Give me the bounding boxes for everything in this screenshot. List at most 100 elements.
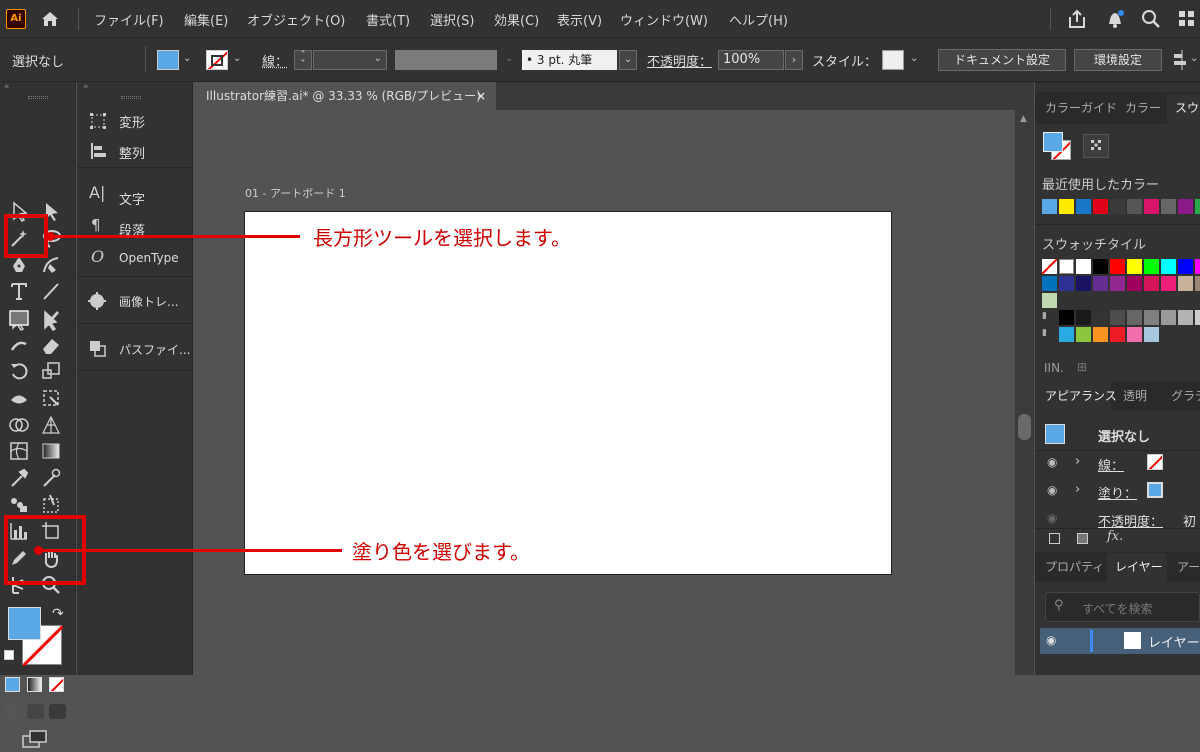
stroke-visibility-eye-icon[interactable]: ◉ [1047,455,1057,469]
transform-panel-item[interactable]: 変形 [119,112,145,131]
collapse-panel-icon[interactable]: « [4,82,10,92]
profile-dropdown-chevron-icon[interactable]: ⌄ [505,53,513,64]
fill-color-box[interactable] [8,607,41,640]
layer-row[interactable]: ◉ レイヤー [1040,628,1200,654]
blend-tool-icon[interactable] [40,467,62,489]
tab-swatches[interactable]: スウ [1167,94,1200,124]
stroke-dropdown-chevron-icon[interactable]: ⌄ [233,53,241,64]
shape-builder-tool-icon[interactable] [8,414,30,436]
default-fill-stroke-icon[interactable] [4,650,14,660]
scroll-up-icon[interactable]: ▲ [1020,114,1027,124]
recent-swatch[interactable] [1144,199,1159,214]
swatch[interactable] [1076,327,1091,342]
rectangle-tool-icon[interactable] [8,307,30,329]
add-effect-icon[interactable]: fx. [1107,529,1123,544]
fill-expand-chevron-icon[interactable]: › [1075,482,1080,497]
type-tool-icon[interactable] [8,280,30,302]
swatch[interactable] [1076,310,1091,325]
swatch[interactable] [1178,259,1193,274]
variable-width-profile[interactable] [395,50,497,70]
tab-transparency[interactable]: 透明 [1123,382,1147,410]
eyedropper-tool-icon[interactable] [8,467,30,489]
align-panel-item[interactable]: 整列 [119,143,145,162]
appearance-fill-label[interactable]: 塗り： [1098,483,1137,502]
swatch[interactable] [1144,259,1159,274]
mesh-tool-icon[interactable] [8,440,30,462]
swatch[interactable] [1059,276,1074,291]
eraser-tool-icon[interactable] [40,334,62,356]
tab-layers[interactable]: レイヤー [1107,553,1167,582]
layer-name[interactable]: レイヤー [1148,632,1200,651]
close-tab-icon[interactable]: × [476,82,486,110]
scroll-thumb[interactable] [1018,414,1031,440]
swatch[interactable] [1178,276,1193,291]
recent-swatch[interactable] [1110,199,1125,214]
tab-gradient[interactable]: グラデ [1171,382,1200,410]
fill-visibility-eye-icon[interactable]: ◉ [1047,483,1057,497]
layer-visibility-eye-icon[interactable]: ◉ [1046,633,1056,647]
opacity-label[interactable]: 不透明度： [647,51,712,70]
swatch[interactable] [1195,310,1200,325]
add-new-stroke-icon[interactable] [1049,533,1060,544]
image-trace-panel-item[interactable]: 画像トレ... [119,293,178,310]
brush-dropdown-chevron-icon[interactable]: ⌄ [619,50,637,70]
menu-window[interactable]: ウィンドウ(W) [620,10,708,29]
menu-effect[interactable]: 効果(C) [494,10,539,29]
screen-mode-icon[interactable] [22,730,48,748]
opentype-panel-item[interactable]: OpenType [119,251,179,265]
swatch[interactable] [1144,276,1159,291]
swatch[interactable] [1127,259,1142,274]
document-tab[interactable]: Illustrator練習.ai* @ 33.33 % (RGB/プレビュー) … [194,82,496,110]
shaper-tool-icon[interactable] [8,334,30,356]
swatch[interactable] [1059,327,1074,342]
swatch-libraries-icon[interactable]: IIN. [1044,361,1064,375]
align-to-icon[interactable] [1172,50,1190,74]
draw-behind-icon[interactable] [27,704,44,719]
swatch[interactable] [1144,327,1159,342]
appearance-stroke-swatch[interactable] [1147,454,1163,470]
swatch[interactable] [1110,259,1125,274]
artboard-label[interactable]: 01 - アートボード 1 [245,185,346,201]
swatch[interactable] [1178,310,1193,325]
opacity-arrow-icon[interactable]: › [785,50,803,70]
recent-swatch[interactable] [1042,199,1057,214]
swatch[interactable] [1110,327,1125,342]
recent-swatch[interactable] [1178,199,1193,214]
paintbrush-tool-icon[interactable] [40,307,62,329]
draw-inside-icon[interactable] [49,704,66,719]
swatch-registration[interactable] [1059,259,1074,274]
swatch[interactable] [1127,310,1142,325]
tab-properties[interactable]: プロパティ [1045,553,1104,581]
swatch-grid-icon[interactable] [1083,134,1109,158]
style-dropdown-chevron-icon[interactable]: ⌄ [910,53,918,64]
scale-tool-icon[interactable] [40,360,62,382]
swap-fill-stroke-icon[interactable]: ↷ [52,606,64,622]
color-mode-icon[interactable] [5,677,20,692]
tab-appearance[interactable]: アピアランス [1035,382,1111,410]
menu-object[interactable]: オブジェクト(O) [247,10,345,29]
character-panel-item[interactable]: 文字 [119,189,145,208]
align-dropdown-chevron-icon[interactable]: ⌄ [1190,53,1198,64]
swatch[interactable] [1093,310,1108,325]
swatch[interactable] [1161,259,1176,274]
swatch[interactable] [1110,276,1125,291]
panel-grip[interactable] [28,96,48,99]
swatch[interactable] [1161,276,1176,291]
gradient-mode-icon[interactable] [27,677,42,692]
swatch[interactable] [1076,259,1091,274]
symbol-sprayer-tool-icon[interactable] [8,493,30,515]
swatch[interactable] [1195,276,1200,291]
recent-swatch[interactable] [1161,199,1176,214]
pathfinder-panel-item[interactable]: パスファイ... [119,341,190,358]
stroke-expand-chevron-icon[interactable]: › [1075,454,1080,469]
rotate-tool-icon[interactable] [8,360,30,382]
swatch[interactable] [1110,310,1125,325]
expand-panel-icon[interactable]: » [83,82,89,92]
swatch[interactable] [1042,276,1057,291]
free-transform-tool-icon[interactable] [40,387,62,409]
perspective-grid-tool-icon[interactable] [40,414,62,436]
place-swatch-icon[interactable]: ⊞ [1077,360,1087,374]
swatch[interactable] [1093,259,1108,274]
opacity-field[interactable]: 100% [718,50,784,70]
panel-grip-2[interactable] [121,96,141,99]
